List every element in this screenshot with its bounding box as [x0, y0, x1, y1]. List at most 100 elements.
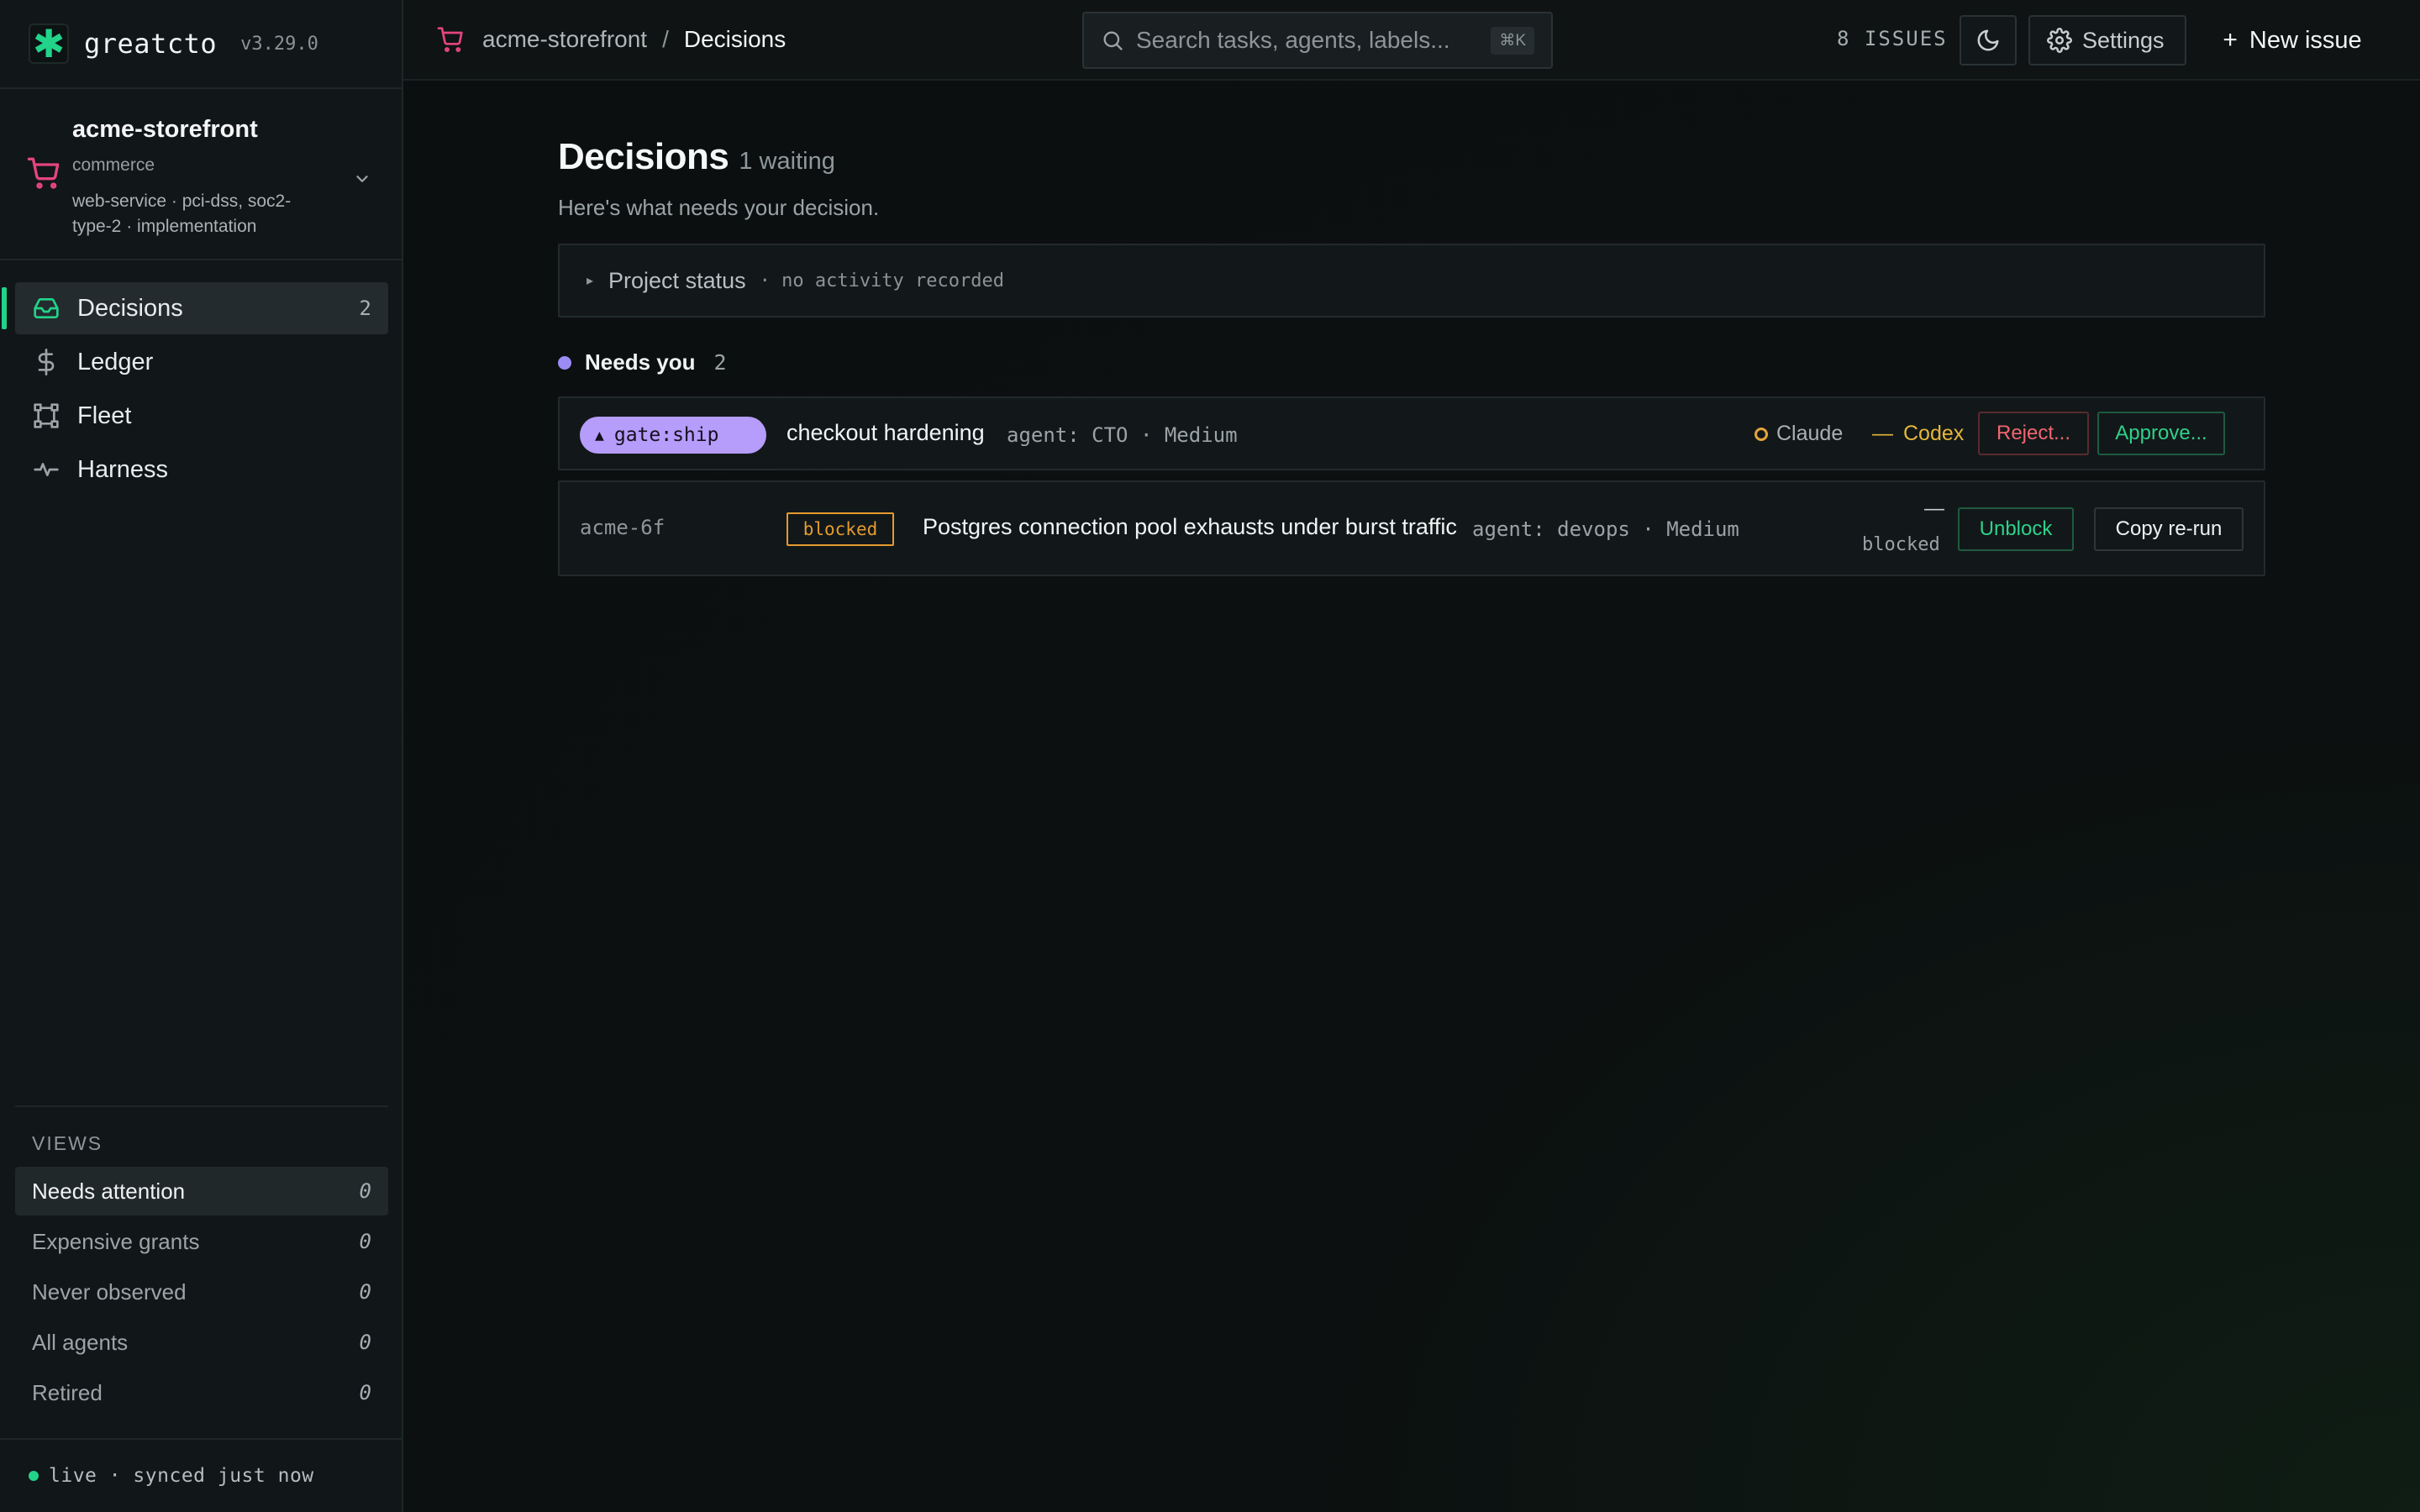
- view-count: 0: [359, 1179, 371, 1203]
- view-item-expensive-grants[interactable]: Expensive grants 0: [15, 1217, 388, 1266]
- decision-title: checkout hardening: [786, 420, 985, 445]
- nav-label: Decisions: [77, 294, 183, 322]
- view-count: 0: [359, 1331, 371, 1354]
- shopping-cart-icon: [437, 27, 463, 52]
- breadcrumb-separator: /: [662, 26, 669, 52]
- issue-dash: —: [1924, 497, 1944, 520]
- decision-row-blocked[interactable]: acme-6f blocked Postgres connection pool…: [558, 480, 2265, 576]
- view-label: Retired: [32, 1379, 103, 1405]
- main-nav: Decisions 2 Ledger Fleet Harness: [2, 282, 388, 497]
- section-label: Needs you: [585, 349, 696, 375]
- shopping-cart-icon: [27, 157, 60, 189]
- views-section: VIEWS Needs attention 0 Expensive grants…: [15, 1105, 388, 1419]
- blocked-badge: blocked: [786, 512, 894, 546]
- nav-item-fleet[interactable]: Fleet: [15, 390, 388, 442]
- project-type: commerce: [72, 155, 155, 175]
- nav-item-decisions[interactable]: Decisions 2: [2, 282, 388, 334]
- gear-icon: [2047, 28, 2072, 53]
- nav-label: Ledger: [77, 348, 154, 375]
- view-item-never-observed[interactable]: Never observed 0: [15, 1268, 388, 1316]
- gate-label: gate:ship: [613, 424, 719, 446]
- pulse-icon: [32, 455, 60, 484]
- page-header: Decisions 1 waiting: [558, 136, 835, 178]
- view-count: 0: [359, 1381, 371, 1404]
- copy-rerun-button[interactable]: Copy re-run: [2094, 507, 2244, 551]
- nav-label: Harness: [77, 455, 168, 483]
- project-status-label: Project status: [608, 267, 746, 293]
- search-input[interactable]: Search tasks, agents, labels... ⌘K: [1082, 12, 1553, 69]
- section-count: 2: [713, 350, 727, 375]
- live-status-text: live · synced just now: [49, 1465, 314, 1487]
- view-item-needs-attention[interactable]: Needs attention 0: [15, 1167, 388, 1215]
- app-version: v3.29.0: [240, 33, 318, 55]
- codex-status: — Codex: [1872, 422, 1964, 446]
- issue-id: acme-6f: [580, 516, 666, 539]
- claude-status: Claude: [1754, 422, 1843, 446]
- gate-badge: ▲ gate:ship: [580, 417, 766, 454]
- reject-button[interactable]: Reject...: [1978, 412, 2089, 455]
- view-label: Needs attention: [32, 1178, 186, 1204]
- needs-you-header: Needs you 2: [558, 349, 727, 375]
- claude-label: Claude: [1776, 422, 1844, 445]
- view-item-retired[interactable]: Retired 0: [15, 1368, 388, 1417]
- issue-meta: agent: devops · Medium: [1472, 517, 1739, 541]
- nav-count: 2: [359, 297, 371, 320]
- nav-item-harness[interactable]: Harness: [15, 444, 388, 496]
- issue-state: blocked: [1862, 534, 1940, 555]
- view-count: 0: [359, 1230, 371, 1253]
- project-switcher[interactable]: acme-storefront commerce web-service · p…: [0, 89, 402, 260]
- waiting-count: 1 waiting: [739, 148, 835, 175]
- view-label: Expensive grants: [32, 1228, 200, 1254]
- main-content: Decisions 1 waiting Here's what needs yo…: [403, 81, 2420, 1512]
- topbar: acme-storefront / Decisions Search tasks…: [403, 0, 2420, 81]
- nav-label: Fleet: [77, 402, 132, 429]
- settings-label: Settings: [2082, 27, 2165, 53]
- live-dot-icon: [29, 1471, 39, 1481]
- nav-item-ledger[interactable]: Ledger: [15, 336, 388, 388]
- app-name: greatcto: [84, 28, 218, 60]
- breadcrumb-project[interactable]: acme-storefront: [482, 26, 647, 53]
- triangle-up-icon: ▲: [595, 426, 604, 444]
- section-dot-icon: [558, 355, 571, 370]
- asterisk-logo-icon: ✱: [29, 24, 69, 64]
- ring-icon: [1754, 427, 1768, 441]
- view-label: Never observed: [32, 1278, 187, 1305]
- codex-label: Codex: [1903, 422, 1965, 445]
- sidebar: ✱ greatcto v3.29.0 acme-storefront comme…: [0, 0, 403, 1512]
- issues-count: 8 ISSUES: [1837, 27, 1948, 50]
- approve-button[interactable]: Approve...: [2097, 412, 2225, 455]
- project-name: acme-storefront: [72, 116, 258, 143]
- dollar-icon: [32, 348, 60, 376]
- view-item-all-agents[interactable]: All agents 0: [15, 1318, 388, 1367]
- project-status-note: · no activity recorded: [759, 270, 1005, 291]
- decision-meta: agent: CTO · Medium: [1007, 423, 1238, 447]
- view-label: All agents: [32, 1329, 129, 1355]
- brand: ✱ greatcto v3.29.0: [0, 0, 402, 89]
- project-tags: web-service · pci-dss, soc2-type-2 · imp…: [72, 192, 292, 236]
- moon-icon: [1977, 29, 1999, 51]
- breadcrumb-current-page: Decisions: [683, 26, 786, 52]
- search-shortcut: ⌘K: [1491, 26, 1534, 55]
- search-icon: [1103, 31, 1123, 50]
- unblock-button[interactable]: Unblock: [1958, 507, 2074, 551]
- caret-right-icon: ▸: [587, 274, 594, 288]
- views-title: VIEWS: [32, 1132, 103, 1154]
- page-subtitle: Here's what needs your decision.: [558, 195, 880, 220]
- new-issue-label: New issue: [2249, 26, 2362, 54]
- chevron-down-icon[interactable]: [353, 170, 371, 188]
- inbox-icon: [32, 294, 60, 323]
- project-status-toggle[interactable]: ▸ Project status · no activity recorded: [558, 244, 2265, 318]
- breadcrumb: acme-storefront / Decisions: [437, 0, 786, 79]
- page-title: Decisions: [558, 136, 729, 177]
- theme-toggle-button[interactable]: [1960, 15, 2017, 66]
- issue-title: Postgres connection pool exhausts under …: [923, 514, 1457, 539]
- new-issue-button[interactable]: + New issue: [2203, 15, 2381, 66]
- dash-icon: —: [1872, 422, 1893, 445]
- plus-icon: +: [2223, 26, 2238, 54]
- search-placeholder: Search tasks, agents, labels...: [1136, 27, 1450, 53]
- view-count: 0: [359, 1280, 371, 1304]
- settings-button[interactable]: Settings: [2028, 15, 2186, 66]
- decision-row-gate[interactable]: ▲ gate:ship checkout hardening agent: CT…: [558, 396, 2265, 470]
- fleet-icon: [32, 402, 60, 430]
- live-status: live · synced just now: [0, 1438, 402, 1512]
